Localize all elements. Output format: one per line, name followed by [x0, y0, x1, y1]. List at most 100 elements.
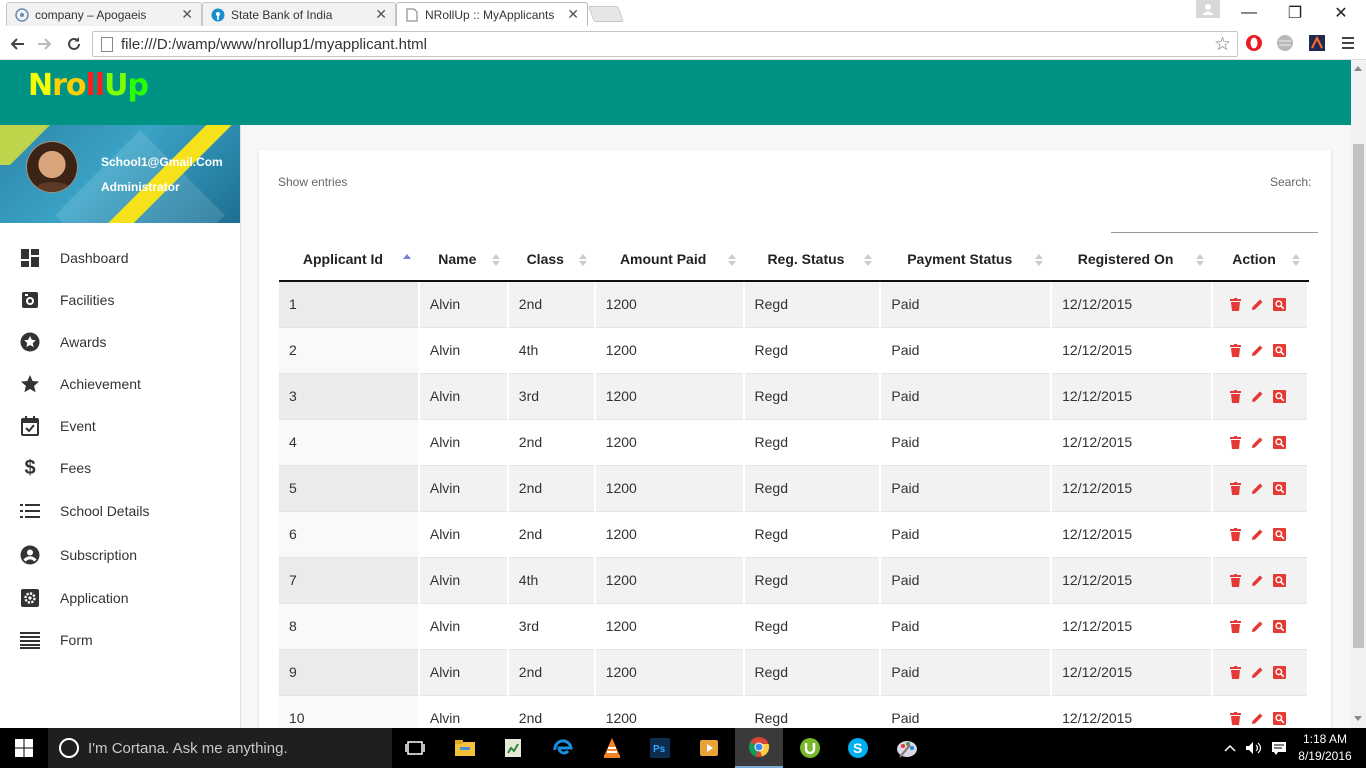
- view-icon[interactable]: [1272, 389, 1286, 403]
- forward-icon[interactable]: [33, 32, 57, 56]
- search-input[interactable]: [1111, 211, 1318, 233]
- delete-icon[interactable]: [1229, 389, 1242, 403]
- scroll-down-icon[interactable]: [1354, 716, 1362, 721]
- header-name[interactable]: Name: [418, 238, 508, 282]
- view-icon[interactable]: [1272, 711, 1286, 725]
- browser-tab-2[interactable]: State Bank of India ✕: [202, 2, 396, 26]
- bookmark-star-icon[interactable]: ☆: [1214, 33, 1231, 56]
- new-tab-button[interactable]: [588, 6, 624, 22]
- task-view-icon[interactable]: [392, 728, 440, 768]
- sidebar-item-facilities[interactable]: Facilities: [0, 279, 240, 321]
- restore-button[interactable]: ❐: [1272, 0, 1318, 26]
- close-icon[interactable]: ✕: [375, 6, 387, 23]
- extension-app-icon[interactable]: [1306, 32, 1328, 54]
- browser-tab-3[interactable]: NRollUp :: MyApplicants ✕: [396, 2, 588, 26]
- view-icon[interactable]: [1272, 619, 1286, 633]
- sidebar-item-dashboard[interactable]: Dashboard: [0, 237, 240, 279]
- chrome-icon[interactable]: [735, 728, 783, 768]
- view-icon[interactable]: [1272, 481, 1286, 495]
- windows-start-icon[interactable]: [0, 728, 48, 768]
- delete-icon[interactable]: [1229, 527, 1242, 541]
- edit-icon[interactable]: [1251, 389, 1264, 403]
- paint-icon[interactable]: [883, 728, 931, 768]
- edit-icon[interactable]: [1251, 527, 1264, 541]
- edge-icon[interactable]: [539, 728, 587, 768]
- edit-icon[interactable]: [1251, 573, 1264, 587]
- sidebar-item-fees[interactable]: $ Fees: [0, 447, 240, 489]
- delete-icon[interactable]: [1229, 573, 1242, 587]
- sidebar-item-event[interactable]: Event: [0, 405, 240, 447]
- delete-icon[interactable]: [1229, 343, 1242, 357]
- utorrent-icon[interactable]: [786, 728, 834, 768]
- delete-icon[interactable]: [1229, 665, 1242, 679]
- photoshop-icon[interactable]: Ps: [636, 728, 684, 768]
- browser-toolbar: file:///D:/wamp/www/nrollup1/myapplicant…: [0, 28, 1366, 60]
- delete-icon[interactable]: [1229, 481, 1242, 495]
- sidebar-item-school-details[interactable]: School Details: [0, 489, 240, 533]
- delete-icon[interactable]: [1229, 619, 1242, 633]
- skype-icon[interactable]: S: [834, 728, 882, 768]
- view-icon[interactable]: [1272, 665, 1286, 679]
- edit-icon[interactable]: [1251, 343, 1264, 357]
- close-icon[interactable]: ✕: [181, 6, 193, 23]
- header-class[interactable]: Class: [507, 238, 595, 282]
- sidebar-item-achievement[interactable]: Achievement: [0, 363, 240, 405]
- delete-icon[interactable]: [1229, 435, 1242, 449]
- browser-tab-1[interactable]: company – Apogaeis ✕: [6, 2, 202, 26]
- system-clock[interactable]: 1:18 AM 8/19/2016: [1296, 731, 1354, 765]
- scrollbar-thumb[interactable]: [1353, 144, 1364, 648]
- address-bar[interactable]: file:///D:/wamp/www/nrollup1/myapplicant…: [92, 31, 1238, 57]
- view-icon[interactable]: [1272, 343, 1286, 357]
- menu-icon[interactable]: [1337, 32, 1359, 54]
- table-cell: Regd: [743, 695, 882, 728]
- table-cell: Regd: [743, 603, 882, 650]
- spreadsheet-app-icon[interactable]: [489, 728, 537, 768]
- delete-icon[interactable]: [1229, 711, 1242, 725]
- action-center-icon[interactable]: [1268, 728, 1290, 768]
- nrollup-logo[interactable]: NrollUp: [28, 68, 149, 103]
- table-cell: Paid: [880, 419, 1053, 466]
- sidebar-item-application[interactable]: Application: [0, 577, 240, 619]
- edit-icon[interactable]: [1251, 297, 1264, 311]
- back-icon[interactable]: [5, 32, 29, 56]
- edit-icon[interactable]: [1251, 665, 1264, 679]
- sidebar-item-subscription[interactable]: Subscription: [0, 533, 240, 577]
- opera-icon[interactable]: [1243, 32, 1265, 54]
- cortana-search-box[interactable]: I'm Cortana. Ask me anything.: [48, 728, 392, 768]
- view-icon[interactable]: [1272, 435, 1286, 449]
- vlc-icon[interactable]: [588, 728, 636, 768]
- header-registered-on[interactable]: Registered On: [1051, 238, 1212, 282]
- sidebar-item-awards[interactable]: Awards: [0, 321, 240, 363]
- profile-icon[interactable]: [1196, 0, 1220, 18]
- avatar[interactable]: [26, 141, 78, 193]
- table-cell: Paid: [880, 511, 1053, 558]
- header-amount-paid[interactable]: Amount Paid: [594, 238, 744, 282]
- volume-icon[interactable]: [1243, 728, 1265, 768]
- page-scrollbar[interactable]: [1351, 60, 1366, 728]
- table-cell: Alvin: [418, 281, 509, 328]
- reload-icon[interactable]: [62, 32, 86, 56]
- close-window-button[interactable]: ✕: [1318, 0, 1364, 26]
- extension-globe-icon[interactable]: [1274, 32, 1296, 54]
- close-icon[interactable]: ✕: [567, 6, 579, 23]
- view-icon[interactable]: [1272, 527, 1286, 541]
- delete-icon[interactable]: [1229, 297, 1242, 311]
- header-reg-status[interactable]: Reg. Status: [743, 238, 881, 282]
- table-cell: Alvin: [418, 695, 509, 728]
- table-cell: 7: [279, 557, 420, 604]
- header-applicant-id[interactable]: Applicant Id: [279, 238, 419, 282]
- view-icon[interactable]: [1272, 297, 1286, 311]
- scroll-up-icon[interactable]: [1354, 66, 1362, 71]
- view-icon[interactable]: [1272, 573, 1286, 587]
- chevron-up-icon[interactable]: [1220, 728, 1240, 768]
- sidebar-item-form[interactable]: Form: [0, 619, 240, 661]
- minimize-button[interactable]: —: [1226, 0, 1272, 26]
- edit-icon[interactable]: [1251, 435, 1264, 449]
- header-action[interactable]: Action: [1211, 238, 1308, 282]
- media-player-icon[interactable]: [685, 728, 733, 768]
- file-explorer-icon[interactable]: [441, 728, 489, 768]
- edit-icon[interactable]: [1251, 481, 1264, 495]
- edit-icon[interactable]: [1251, 711, 1264, 725]
- header-payment-status[interactable]: Payment Status: [880, 238, 1052, 282]
- edit-icon[interactable]: [1251, 619, 1264, 633]
